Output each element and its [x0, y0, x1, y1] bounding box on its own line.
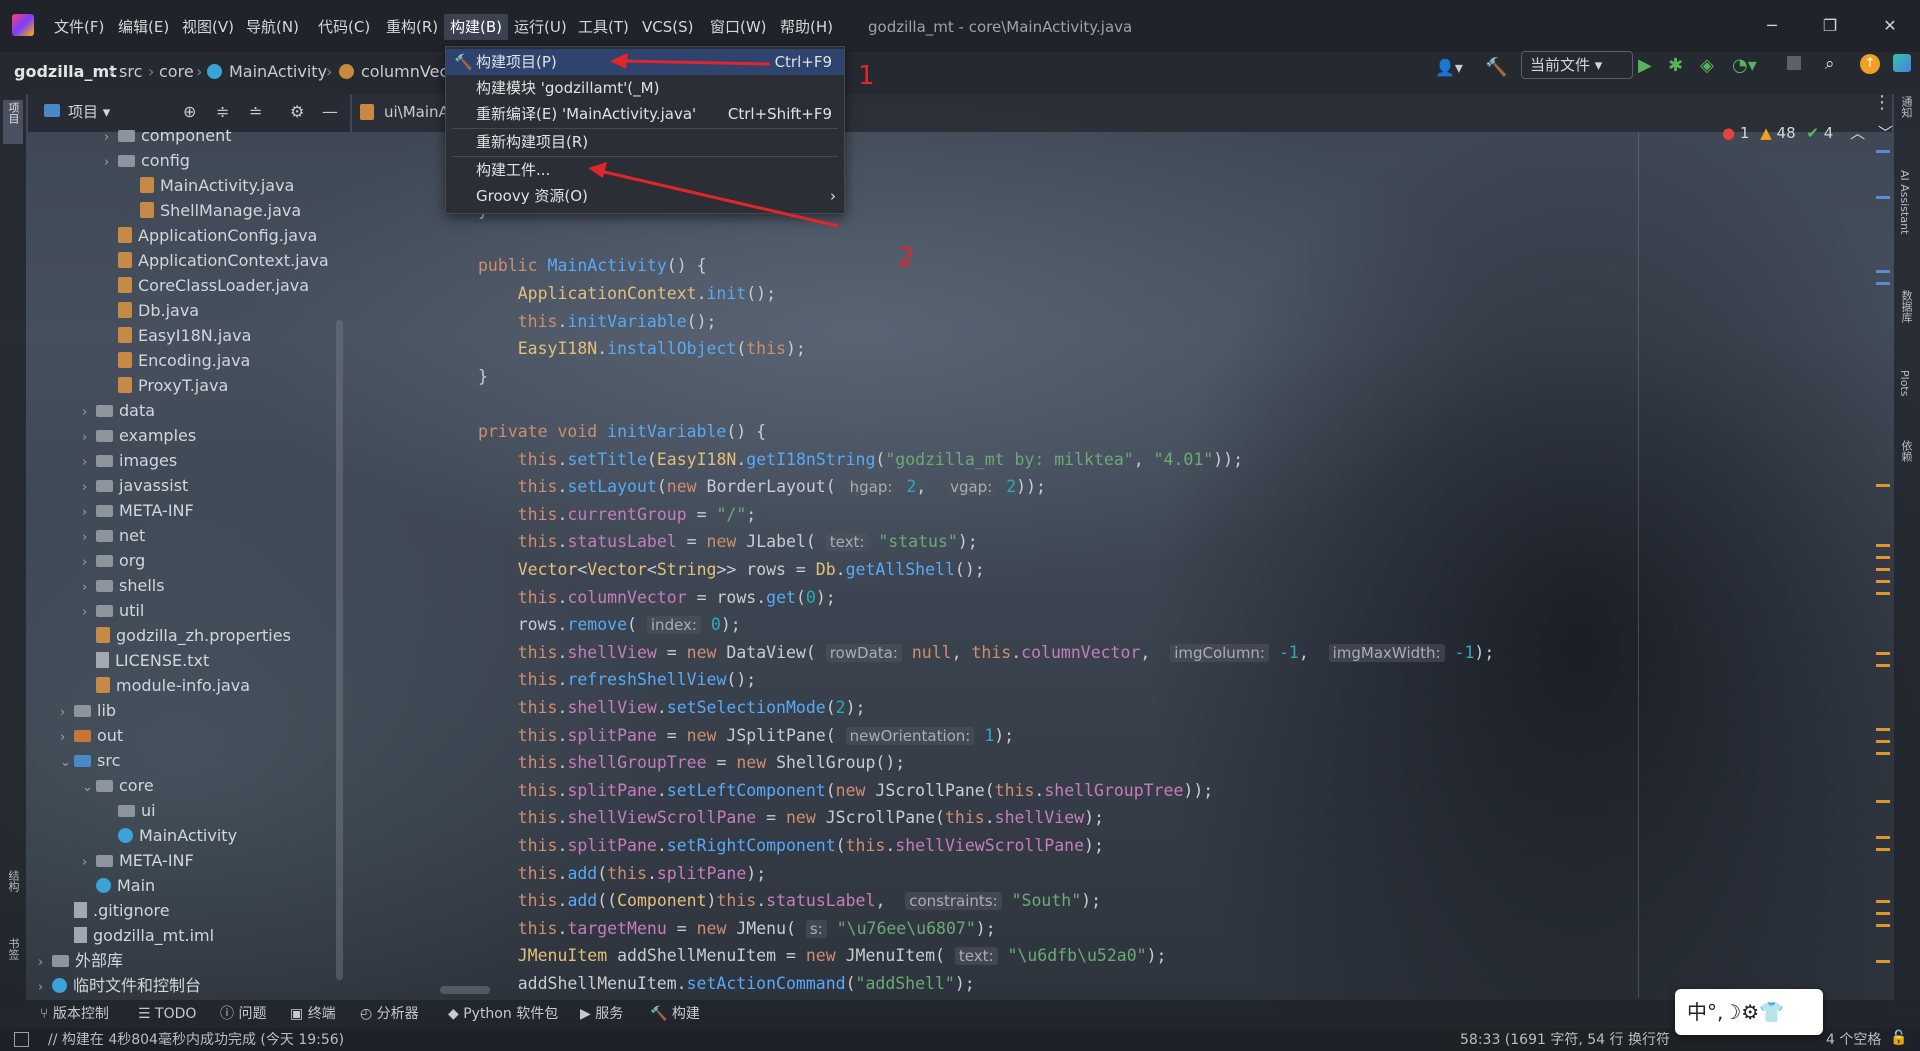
annotation-arrowhead-2 — [588, 162, 607, 178]
bottom-tool-3[interactable]: ▣ 终端 — [290, 1003, 336, 1025]
annotation-arrow-1 — [621, 59, 771, 66]
status-message[interactable]: // 构建在 4秒804毫秒内成功完成 (今天 19:56) — [48, 1030, 344, 1050]
bottom-tool-label: 构建 — [671, 1006, 700, 1022]
annotation-layer — [588, 53, 839, 228]
bottom-tool-6[interactable]: ▶ 服务 — [580, 1003, 623, 1025]
terminal-icon: ▣ — [290, 1006, 308, 1022]
list-icon: ☰ — [138, 1006, 156, 1022]
annotation-arrow-2 — [599, 169, 839, 228]
bottom-tool-label: Python 软件包 — [463, 1006, 559, 1022]
python-packages-icon: ◆ — [448, 1006, 464, 1022]
bottom-tool-label: 问题 — [238, 1006, 267, 1022]
caret-position[interactable]: 58:33 (1691 字符, 54 行 换行符 — [1460, 1030, 1670, 1050]
bottom-tool-1[interactable]: ☰ TODO — [138, 1003, 196, 1025]
info-icon: ⓘ — [220, 1006, 239, 1022]
bottom-tool-label: TODO — [155, 1006, 197, 1022]
ime-status-text: 中°,☽⚙👕 — [1687, 1000, 1785, 1024]
bottom-tool-bar — [0, 1000, 1920, 1028]
indent-setting[interactable]: 4 个空格 — [1826, 1030, 1881, 1050]
bottom-tool-label: 分析器 — [376, 1006, 419, 1022]
bottom-tool-4[interactable]: ◴ 分析器 — [360, 1003, 419, 1025]
bottom-tool-label: 版本控制 — [52, 1006, 109, 1022]
lock-icon[interactable]: 🔓 — [1890, 1030, 1907, 1046]
bottom-tool-7[interactable]: 🔨 构建 — [650, 1003, 700, 1025]
annotation-number-2: 2 — [898, 243, 915, 273]
annotation-number-1: 1 — [858, 61, 875, 91]
services-icon: ▶ — [580, 1006, 596, 1022]
profiler-icon: ◴ — [360, 1006, 377, 1022]
bottom-tool-label: 服务 — [595, 1006, 624, 1022]
branch-icon: ⑂ — [40, 1006, 53, 1022]
bottom-tool-0[interactable]: ⑂ 版本控制 — [40, 1003, 109, 1025]
ime-toolbar[interactable]: 中°,☽⚙👕 — [1675, 989, 1823, 1035]
bottom-tool-label: 终端 — [307, 1006, 336, 1022]
bottom-tool-5[interactable]: ◆ Python 软件包 — [448, 1003, 558, 1025]
annotation-arrowhead-1 — [610, 53, 628, 69]
toggle-tool-windows-icon[interactable] — [14, 1032, 29, 1047]
build-hammer-icon: 🔨 — [650, 1006, 672, 1022]
bottom-tool-2[interactable]: ⓘ 问题 — [220, 1003, 266, 1025]
